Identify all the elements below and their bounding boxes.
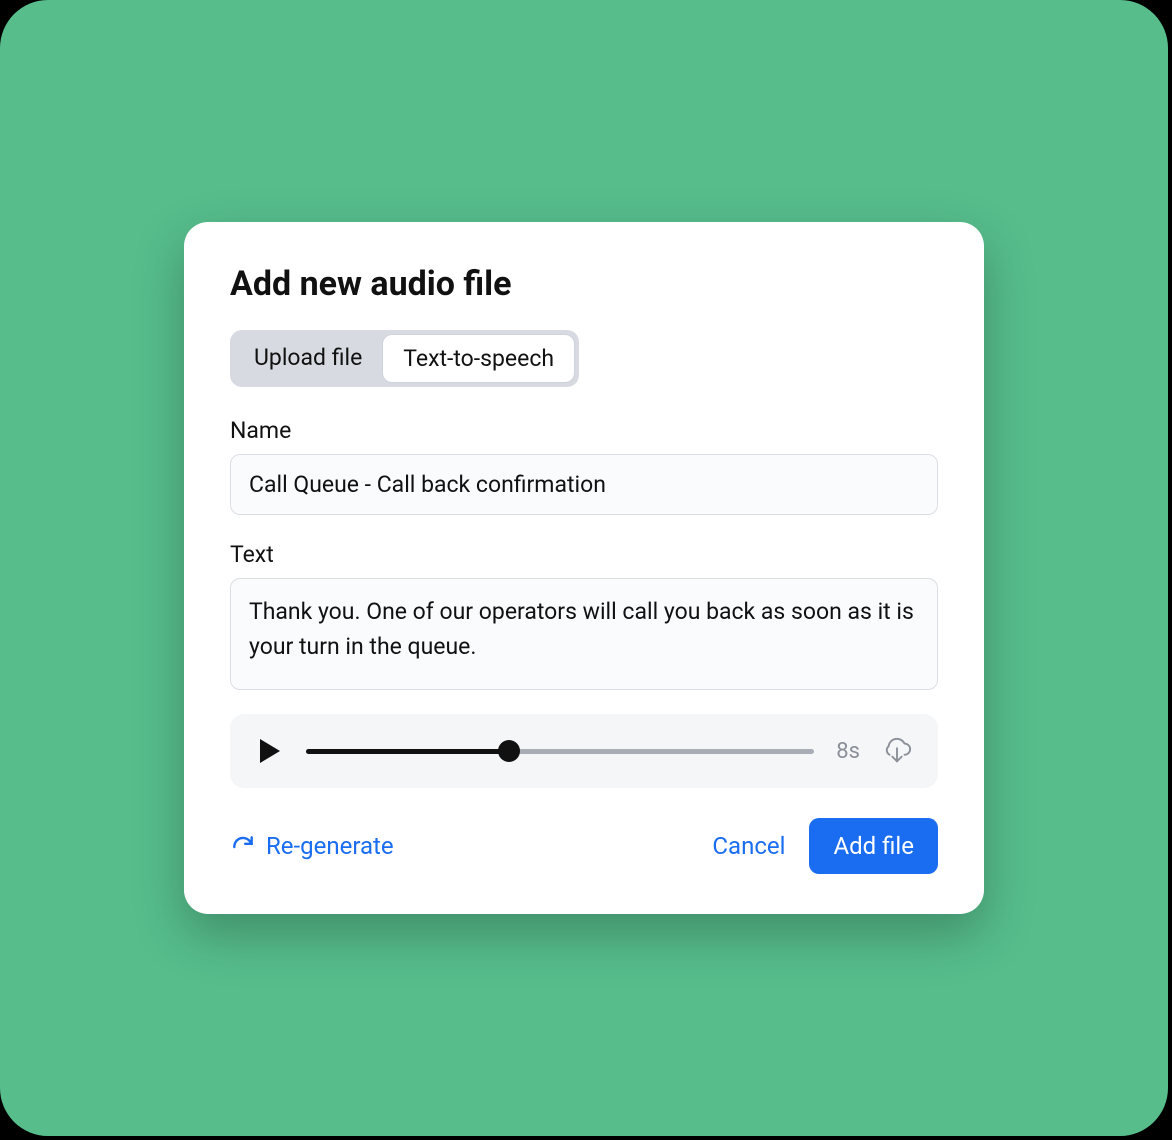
play-button[interactable] — [256, 737, 284, 765]
name-input[interactable] — [230, 454, 938, 515]
download-button[interactable] — [882, 736, 912, 766]
modal-title: Add new audio file — [230, 264, 938, 304]
modal-footer: Re-generate Cancel Add file — [230, 818, 938, 874]
add-file-button[interactable]: Add file — [809, 818, 938, 874]
cloud-download-icon — [882, 736, 912, 766]
regenerate-label: Re-generate — [266, 832, 394, 860]
name-label: Name — [230, 417, 938, 444]
refresh-icon — [230, 833, 256, 859]
regenerate-button[interactable]: Re-generate — [230, 832, 394, 860]
text-label: Text — [230, 541, 938, 568]
modal-backdrop: Add new audio file Upload file Text-to-s… — [0, 0, 1168, 1136]
cancel-button[interactable]: Cancel — [712, 832, 785, 860]
track-fill — [306, 749, 509, 754]
audio-player: 8s — [230, 714, 938, 788]
right-actions: Cancel Add file — [712, 818, 938, 874]
track-thumb[interactable] — [498, 740, 520, 762]
add-audio-modal: Add new audio file Upload file Text-to-s… — [184, 222, 984, 914]
mode-segmented-control: Upload file Text-to-speech — [230, 330, 579, 387]
tab-text-to-speech[interactable]: Text-to-speech — [382, 334, 575, 383]
progress-slider[interactable] — [306, 741, 814, 761]
tab-upload-file[interactable]: Upload file — [234, 334, 382, 383]
text-input[interactable]: Thank you. One of our operators will cal… — [230, 578, 938, 690]
duration-label: 8s — [836, 739, 860, 764]
play-icon — [258, 737, 282, 765]
